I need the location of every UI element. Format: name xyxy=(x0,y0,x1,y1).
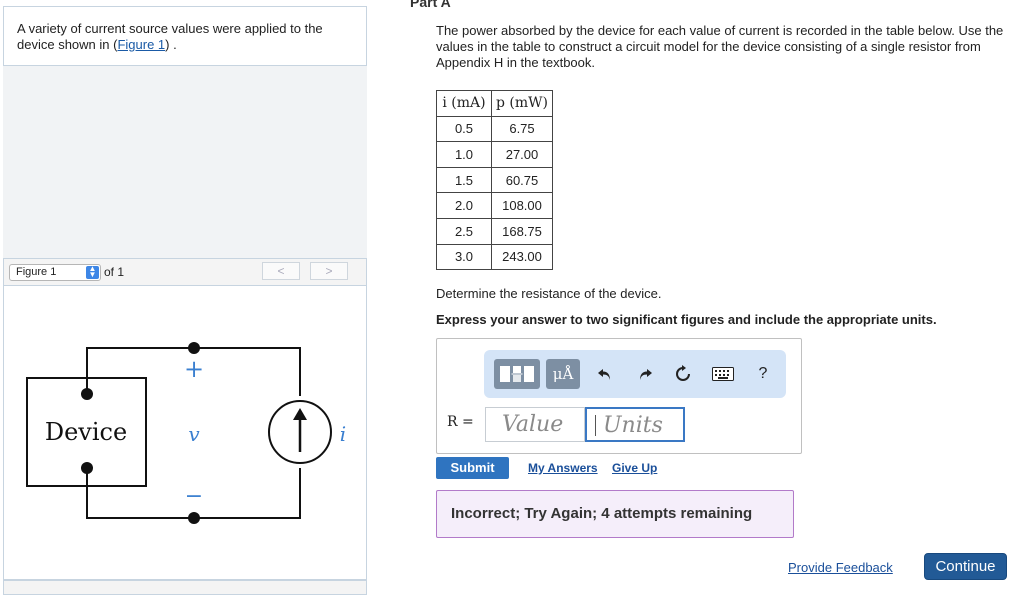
select-arrows-icon: ▲ ▼ xyxy=(86,265,99,279)
help-icon[interactable]: ? xyxy=(752,359,774,389)
device-terminal-bottom xyxy=(81,462,93,474)
table-row: 0.5 6.75 xyxy=(436,115,553,143)
my-answers-link[interactable]: My Answers xyxy=(528,461,598,475)
device-label: Device xyxy=(45,418,127,446)
table-row: 1.0 27.00 xyxy=(436,141,553,168)
table-cell: 108.00 xyxy=(491,192,553,219)
top-node xyxy=(188,342,200,354)
table-row: 2.0 108.00 xyxy=(436,192,553,219)
device-terminal-top xyxy=(81,388,93,400)
plus-sign: + xyxy=(184,355,204,383)
intro-text-after: ) . xyxy=(165,37,177,52)
answer-label: R = xyxy=(447,414,474,430)
figure-select[interactable]: Figure 1 ▲ ▼ xyxy=(9,264,101,281)
reset-icon[interactable] xyxy=(672,359,694,389)
table-cell: 2.5 xyxy=(436,217,492,245)
intro-text: A variety of current source values were … xyxy=(3,6,367,66)
continue-button[interactable]: Continue xyxy=(924,553,1007,580)
problem-text: The power absorbed by the device for eac… xyxy=(436,23,1004,70)
figure-area: Device + v − i xyxy=(3,286,367,580)
current-arrow-icon xyxy=(293,408,307,420)
text-caret xyxy=(595,415,596,436)
value-input[interactable]: Value xyxy=(485,407,585,442)
header-current: i (mA) xyxy=(436,90,492,117)
bottom-node xyxy=(188,512,200,524)
table-header-row: i (mA) p (mW) xyxy=(436,90,553,117)
keyboard-icon[interactable] xyxy=(710,359,736,389)
header-power: p (mW) xyxy=(491,90,553,117)
voltage-label: v xyxy=(188,422,200,446)
table-cell: 0.5 xyxy=(436,115,492,143)
table-row: 1.5 60.75 xyxy=(436,166,553,194)
part-title[interactable]: Part A xyxy=(410,0,451,10)
figure-select-value: Figure 1 xyxy=(16,266,57,278)
question-instruction: Express your answer to two significant f… xyxy=(436,312,937,327)
units-input[interactable]: Units xyxy=(585,407,685,442)
question-prompt: Determine the resistance of the device. xyxy=(436,286,662,301)
table-cell: 1.0 xyxy=(436,141,492,168)
table-row: 3.0 243.00 xyxy=(436,243,553,271)
table-cell: 60.75 xyxy=(491,166,553,194)
feedback-message: Incorrect; Try Again; 4 attempts remaini… xyxy=(436,490,794,538)
undo-icon[interactable] xyxy=(594,359,616,389)
table-cell: 168.75 xyxy=(491,217,553,245)
data-table: i (mA) p (mW) 0.5 6.75 1.0 27.00 1.5 60.75 … xyxy=(436,90,553,271)
current-label: i xyxy=(340,422,346,446)
table-cell: 6.75 xyxy=(491,115,553,143)
give-up-link[interactable]: Give Up xyxy=(612,461,657,475)
units-placeholder: Units xyxy=(603,413,663,438)
redo-icon[interactable] xyxy=(634,359,656,389)
minus-sign: − xyxy=(185,484,203,509)
submit-button[interactable]: Submit xyxy=(436,457,509,479)
table-cell: 2.0 xyxy=(436,192,492,219)
table-row: 2.5 168.75 xyxy=(436,217,553,245)
provide-feedback-link[interactable]: Provide Feedback xyxy=(788,560,893,575)
figure-bottom-bar xyxy=(3,580,367,595)
figure-link[interactable]: Figure 1 xyxy=(117,37,165,52)
next-figure-button[interactable]: > xyxy=(310,262,348,280)
templates-icon[interactable] xyxy=(494,359,540,389)
table-cell: 1.5 xyxy=(436,166,492,194)
units-mu-icon[interactable]: μÅ xyxy=(546,359,580,389)
table-cell: 243.00 xyxy=(491,243,553,271)
prev-figure-button[interactable]: < xyxy=(262,262,300,280)
table-cell: 3.0 xyxy=(436,243,492,271)
circuit-diagram: Device + v − i xyxy=(26,342,346,524)
table-cell: 27.00 xyxy=(491,141,553,168)
figure-count: of 1 xyxy=(104,265,125,279)
